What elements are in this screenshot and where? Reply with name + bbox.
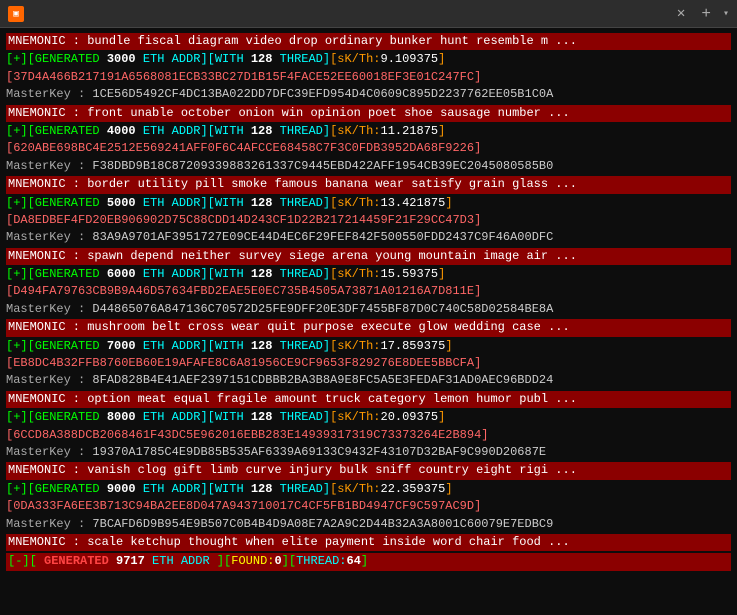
terminal-line-10: [DA8EDBEF4FD20EB906902D75C88CDD14D243CF1… bbox=[6, 212, 731, 229]
terminal-line-28: MNEMONIC : scale ketchup thought when el… bbox=[6, 534, 731, 551]
terminal-line-9: [+][GENERATED 5000 ETH ADDR][WITH 128 TH… bbox=[6, 195, 731, 212]
title-bar-plus-btn[interactable]: + bbox=[697, 5, 715, 23]
terminal-line-26: [0DA333FA6EE3B713C94BA2EE8D047A943710017… bbox=[6, 498, 731, 515]
terminal: MNEMONIC : bundle fiscal diagram video d… bbox=[0, 28, 737, 615]
title-bar-close-btn[interactable]: ✕ bbox=[673, 5, 689, 22]
title-bar-icon: ▣ bbox=[8, 6, 24, 22]
terminal-line-11: MasterKey : 83A9A9701AF3951727E09CE44D4E… bbox=[6, 229, 731, 246]
title-bar-dropdown-btn[interactable]: ▾ bbox=[723, 8, 729, 20]
terminal-line-3: MasterKey : 1CE56D5492CF4DC13BA022DD7DFC… bbox=[6, 86, 731, 103]
terminal-line-16: MNEMONIC : mushroom belt cross wear quit… bbox=[6, 319, 731, 336]
terminal-line-21: [+][GENERATED 8000 ETH ADDR][WITH 128 TH… bbox=[6, 409, 731, 426]
terminal-line-4: MNEMONIC : front unable october onion wi… bbox=[6, 105, 731, 122]
terminal-line-24: MNEMONIC : vanish clog gift limb curve i… bbox=[6, 462, 731, 479]
terminal-line-6: [620ABE698BC4E2512E569241AFF0F6C4AFCCE68… bbox=[6, 140, 731, 157]
terminal-line-27: MasterKey : 7BCAFD6D9B954E9B507C0B4B4D9A… bbox=[6, 516, 731, 533]
title-bar: ▣ ✕ + ▾ bbox=[0, 0, 737, 28]
terminal-line-2: [37D4A466B217191A6568081ECB33BC27D1B15F4… bbox=[6, 69, 731, 86]
terminal-line-19: MasterKey : 8FAD828B4E41AEF2397151CDBBB2… bbox=[6, 372, 731, 389]
terminal-line-20: MNEMONIC : option meat equal fragile amo… bbox=[6, 391, 731, 408]
terminal-line-22: [6CCD8A388DCB2068461F43DC5E962016EBB283E… bbox=[6, 427, 731, 444]
terminal-line-14: [D494FA79763CB9B9A46D57634FBD2EAE5E0EC73… bbox=[6, 283, 731, 300]
terminal-line-1: [+][GENERATED 3000 ETH ADDR][WITH 128 TH… bbox=[6, 51, 731, 68]
terminal-line-25: [+][GENERATED 9000 ETH ADDR][WITH 128 TH… bbox=[6, 481, 731, 498]
terminal-line-5: [+][GENERATED 4000 ETH ADDR][WITH 128 TH… bbox=[6, 123, 731, 140]
terminal-line-13: [+][GENERATED 6000 ETH ADDR][WITH 128 TH… bbox=[6, 266, 731, 283]
terminal-line-15: MasterKey : D44865076A847136C70572D25FE9… bbox=[6, 301, 731, 318]
terminal-line-18: [EB8DC4B32FFB8760EB60E19AFAFE8C6A81956CE… bbox=[6, 355, 731, 372]
terminal-line-7: MasterKey : F38DBD9B18C87209339883261337… bbox=[6, 158, 731, 175]
terminal-line-12: MNEMONIC : spawn depend neither survey s… bbox=[6, 248, 731, 265]
terminal-line-29: [-][ GENERATED 9717 ETH ADDR ][FOUND:0][… bbox=[6, 553, 731, 570]
terminal-line-8: MNEMONIC : border utility pill smoke fam… bbox=[6, 176, 731, 193]
terminal-line-17: [+][GENERATED 7000 ETH ADDR][WITH 128 TH… bbox=[6, 338, 731, 355]
terminal-line-0: MNEMONIC : bundle fiscal diagram video d… bbox=[6, 33, 731, 50]
terminal-line-23: MasterKey : 19370A1785C4E9DB85B535AF6339… bbox=[6, 444, 731, 461]
